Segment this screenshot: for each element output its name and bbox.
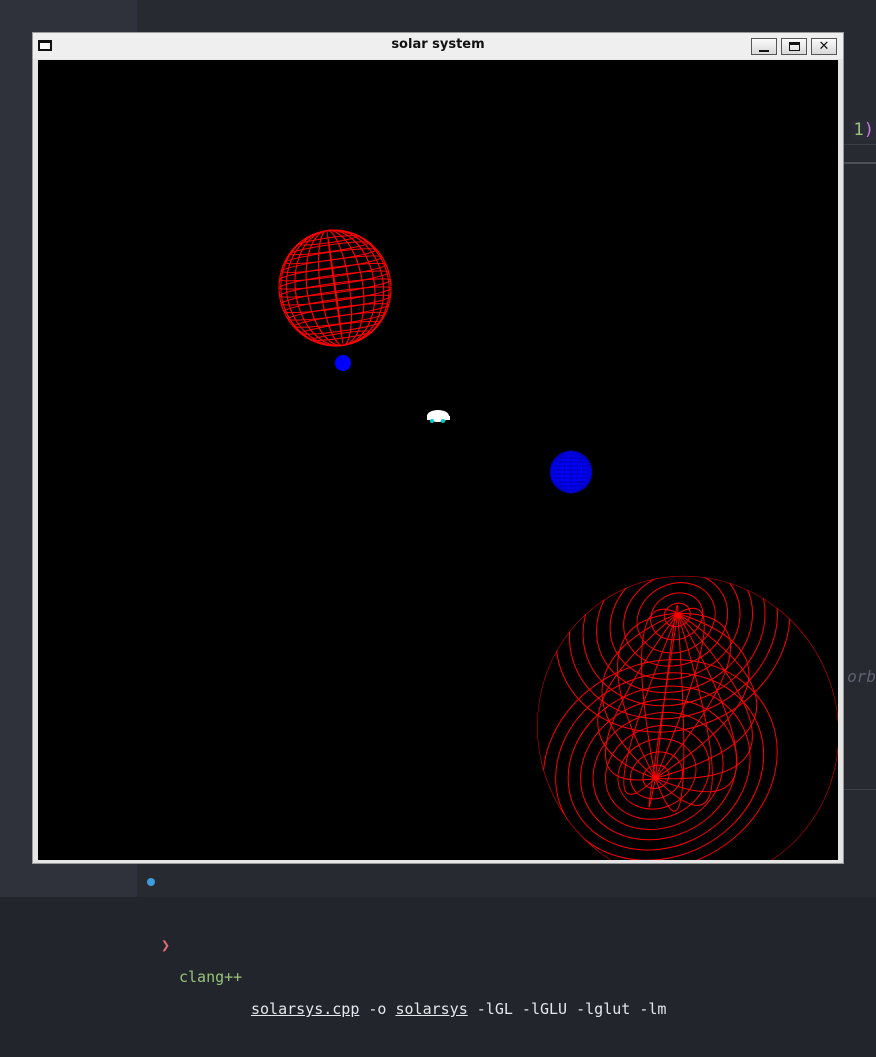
solar-system-scene <box>38 60 838 860</box>
red-wireframe-planet-large <box>458 484 838 860</box>
window-titlebar[interactable]: solar system ✕ <box>33 33 843 59</box>
minimize-icon <box>759 50 769 52</box>
code-token-fragment: 1) <box>852 120 876 140</box>
editor-divider <box>840 162 876 164</box>
close-button[interactable]: ✕ <box>811 38 837 55</box>
code-line-186: 186 void display(void) { <box>137 0 876 32</box>
blue-moon-small <box>335 355 351 371</box>
blue-planet <box>550 451 592 493</box>
close-icon: ✕ <box>819 40 830 53</box>
maximize-icon <box>789 42 800 51</box>
sphere-latitude-line <box>557 674 759 860</box>
editor-divider <box>840 144 876 145</box>
red-wireframe-planet-small <box>271 223 398 353</box>
terminal-command: clang++ <box>179 961 242 993</box>
terminal-line[interactable]: ❯ clang++ solarsys.cpp -o solarsys -lGL … <box>137 865 876 897</box>
terminal-status-dot <box>147 878 155 886</box>
minimize-button[interactable] <box>751 38 777 55</box>
window-title: solar system <box>33 37 843 52</box>
code-comment-fragment: orb <box>847 667 876 686</box>
opengl-canvas[interactable] <box>38 60 838 860</box>
sphere-longitude-line <box>326 230 343 345</box>
terminal-prompt: ❯ <box>161 929 170 961</box>
editor-divider <box>840 789 876 790</box>
white-sun <box>427 410 450 423</box>
solar-system-window[interactable]: solar system ✕ <box>32 32 844 864</box>
sphere-latitude-line <box>525 639 795 860</box>
terminal-args: solarsys.cpp -o solarsys -lGL -lGLU -lgl… <box>251 993 666 1025</box>
maximize-button[interactable] <box>781 38 807 55</box>
